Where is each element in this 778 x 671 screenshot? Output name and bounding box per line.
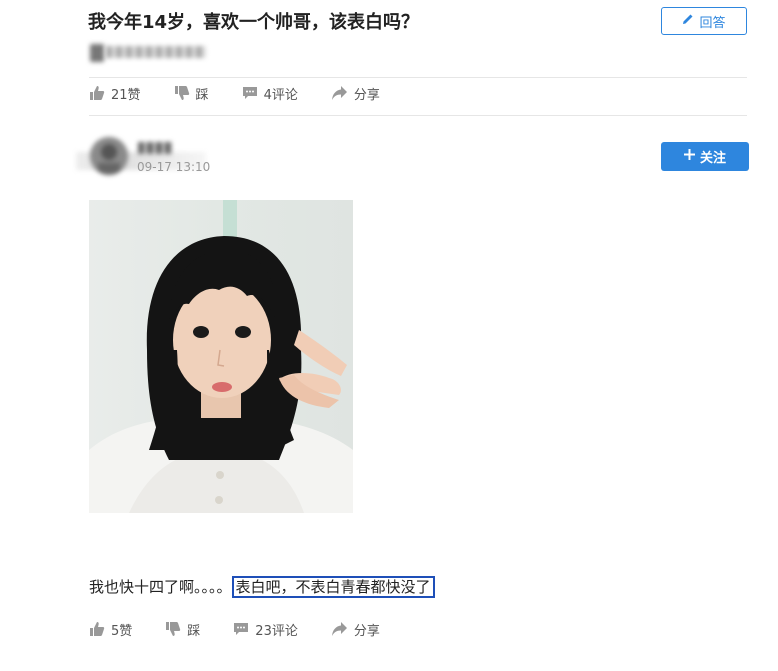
question-title[interactable]: 我今年14岁，喜欢一个帅哥，该表白吗？: [88, 8, 419, 34]
asker-name-redacted: [106, 46, 206, 58]
comments-count: 4评论: [263, 87, 298, 103]
dislike-button[interactable]: 踩: [165, 620, 200, 639]
thumbs-down-icon: [174, 85, 190, 101]
answer-text: 我也快十四了啊。。。。 表白吧，不表白青春都快没了: [89, 576, 435, 598]
share-label: 分享: [353, 623, 380, 639]
answer-text-plain: 我也快十四了啊。。。。: [89, 578, 232, 596]
comment-icon: [242, 85, 258, 101]
answer-action-bar: 5赞 踩 23评论 分享: [89, 620, 413, 639]
share-button[interactable]: 分享: [331, 620, 380, 639]
divider: [89, 115, 747, 116]
share-button[interactable]: 分享: [331, 84, 380, 103]
asker-avatar: [90, 44, 104, 62]
follow-button-label: 关注: [699, 151, 726, 166]
comments-count: 23评论: [255, 623, 298, 639]
answer-photo[interactable]: [89, 200, 353, 513]
comments-button[interactable]: 23评论: [233, 620, 298, 639]
follow-button[interactable]: 关注: [661, 142, 749, 171]
share-icon: [331, 621, 348, 637]
share-icon: [331, 85, 348, 101]
like-button[interactable]: 5赞: [89, 620, 132, 639]
like-count: 21赞: [111, 87, 141, 103]
answer-text-highlighted: 表白吧，不表白青春都快没了: [231, 576, 435, 598]
pencil-icon: [682, 13, 694, 29]
share-label: 分享: [353, 87, 380, 103]
answer-timestamp: 09-17 13:10: [137, 160, 211, 174]
comments-button[interactable]: 4评论: [242, 84, 298, 103]
thumbs-up-icon: [89, 85, 105, 101]
dislike-label: 踩: [187, 623, 201, 639]
thumbs-down-icon: [165, 621, 181, 637]
like-button[interactable]: 21赞: [89, 84, 141, 103]
comment-icon: [233, 621, 249, 637]
answerer-name-redacted[interactable]: [138, 142, 172, 154]
answerer-avatar[interactable]: [90, 137, 128, 175]
dislike-label: 踩: [195, 87, 209, 103]
thumbs-up-icon: [89, 621, 105, 637]
question-action-bar: 21赞 踩 4评论 分享: [89, 84, 413, 103]
plus-icon: [683, 149, 695, 164]
reply-button-label: 回答: [699, 15, 726, 31]
like-count: 5赞: [111, 623, 133, 639]
reply-button[interactable]: 回答: [661, 7, 747, 35]
dislike-button[interactable]: 踩: [174, 84, 209, 103]
divider: [89, 77, 747, 78]
